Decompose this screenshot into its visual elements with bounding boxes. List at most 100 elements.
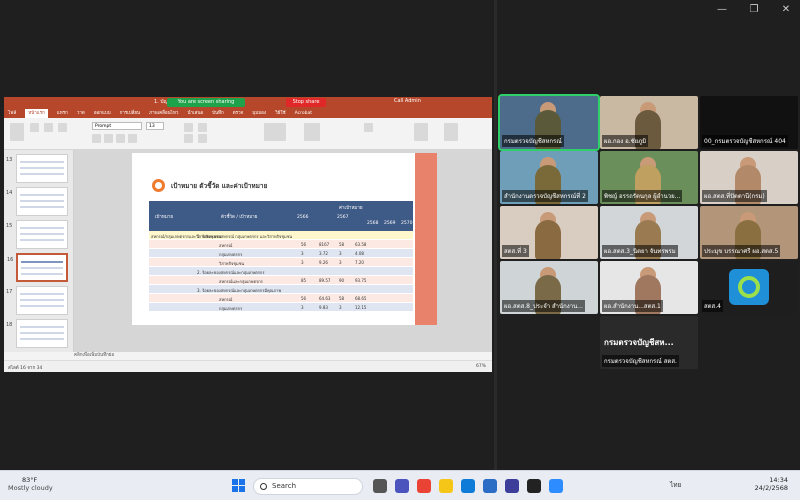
tab-design[interactable]: ออกแบบ [94,109,111,118]
participant-name: ประมุข บรรณาศรี ผอ.สตส.5 [702,245,781,257]
panel-divider[interactable] [494,0,497,470]
current-slide[interactable]: เป้าหมาย ตัวชี้วัด และค่าเป้าหมาย เป้าหม… [132,153,437,325]
participant-tile[interactable]: ผอ.สตส.8_ประจำ สำนักงาน... [500,261,598,314]
notes-pane[interactable]: คลิกเพื่อเพิ่มบันทึกย่อ [4,352,492,360]
table-cell: กลุ่มเกษตรกร [219,252,243,257]
slide-thumbnail[interactable]: 15 [6,220,68,249]
add-ins-icon[interactable] [444,123,458,141]
participant-tile[interactable]: กรมตรวจบัญชีสหกรณ์ [498,94,600,151]
tab-insert[interactable]: แทรก [57,109,68,118]
table-cell: 64.63 [319,296,331,301]
year-label: 2568 [367,221,379,226]
bold-icon[interactable] [92,134,101,143]
participant-tile[interactable]: ผอ.สำนักงาน...สตส.1 [600,261,698,314]
table-cell: 56 [301,242,307,247]
align-left-icon[interactable] [184,134,193,143]
participant-name: 00_กรมตรวจบัญชีสหกรณ์ 404 [702,135,788,147]
stop-share-button[interactable]: Stop share [286,98,326,107]
file-explorer-icon[interactable] [439,479,453,493]
strike-icon[interactable] [128,134,137,143]
participant-tile[interactable]: สตส.4 [700,261,798,314]
start-icon[interactable] [232,479,246,493]
word-icon[interactable] [483,479,497,493]
participant-name: กรมตรวจบัญชีสหกรณ์ [502,135,564,147]
table-cell: 1. ร้อยละของสหกรณ์ กลุ่มเกษตรกร และวิสาห… [197,234,293,239]
create-pdf-icon[interactable] [414,123,428,141]
font-size-box[interactable]: 13 [146,122,164,130]
tab-view[interactable]: มุมมอง [252,109,266,118]
slide-number: 17 [6,289,13,295]
font-name-box[interactable]: Prompt [92,122,142,130]
participant-tile[interactable]: ประมุข บรรณาศรี ผอ.สตส.5 [700,206,798,259]
app-icon[interactable] [505,479,519,493]
italic-icon[interactable] [104,134,113,143]
tab-review[interactable]: ตรวจ [233,109,244,118]
participant-name: ผอ.สตส.8_ประจำ สำนักงาน... [502,300,585,312]
table-cell: 2. ร้อยละของสหกรณ์และกลุ่มเกษตรกร [197,270,265,275]
participant-tile[interactable]: ผอ.กอง อ.ชัยภูมิ [600,96,698,149]
col-indicator: ตัวชี้วัด / เป้าหมาย [221,215,258,220]
participant-video [535,220,561,259]
participant-tile[interactable]: พิชญ์ อรรถรัตนกุล ผู้อำนวย... [600,151,698,204]
participant-tile[interactable]: กรมตรวจบัญชีสห... กรมตรวจบัญชีสหกรณ์ สตส… [600,316,698,369]
participant-initials: กรมตรวจบัญชีสห... [604,338,674,347]
new-slide-icon[interactable] [30,123,39,132]
tab-file[interactable]: ไฟล์ [8,109,16,118]
participant-tile[interactable]: สำนักงานตรวจบัญชีสหกรณ์ที่ 2 [500,151,598,204]
tab-acrobat[interactable]: Acrobat [295,109,312,118]
reset-icon[interactable] [58,123,67,132]
zoom-level[interactable]: 67% [476,364,486,369]
slide-thumbnail[interactable]: 13 [6,154,68,183]
edge-icon[interactable] [461,479,475,493]
arrange-icon[interactable] [304,123,320,141]
slide-thumbnails: 13 14 15 16 17 18 [4,150,74,352]
participant-tile[interactable]: สตส.ที่ 3 [500,206,598,259]
participant-tile[interactable]: 00_กรมตรวจบัญชีสหกรณ์ 404 [700,96,798,149]
slide-thumbnail[interactable]: 14 [6,187,68,216]
participant-tile[interactable]: ผอ.สตส.ที่ปัตตานี(กรม) [700,151,798,204]
app-icon[interactable] [527,479,541,493]
slide-heading: เป้าหมาย ตัวชี้วัด และค่าเป้าหมาย [171,182,268,190]
tab-transitions[interactable]: การเปลี่ยน [120,109,141,118]
paste-icon[interactable] [10,123,24,141]
tab-record[interactable]: บันทึก [212,109,224,118]
underline-icon[interactable] [116,134,125,143]
zoom-icon[interactable] [549,479,563,493]
tab-animations[interactable]: ภาพเคลื่อนไหว [149,109,178,118]
align-center-icon[interactable] [198,134,207,143]
bullets-icon[interactable] [184,123,193,132]
shapes-icon[interactable] [264,123,286,141]
table-row: สหกรณ์ 56 8167 58 63.58 [149,240,413,249]
tab-draw[interactable]: วาด [77,109,85,118]
task-view-icon[interactable] [373,479,387,493]
find-icon[interactable] [364,123,373,132]
table-cell: 4.08 [355,251,364,256]
table-cell: 3 [301,260,304,265]
table-row: 2. ร้อยละของสหกรณ์และกลุ่มเกษตรกร [149,267,413,276]
weather-widget[interactable]: 83°F Mostly cloudy [8,476,53,492]
window-controls: — ❐ ✕ [716,4,792,15]
restore-button[interactable]: ❐ [748,4,760,15]
participant-tile[interactable]: ผอ.สตส.3_นิตยา จันทรพรม [600,206,698,259]
minimize-button[interactable]: — [716,4,728,15]
table-cell: 3 [339,251,342,256]
slide-thumbnail[interactable]: 18 [6,319,68,348]
close-button[interactable]: ✕ [780,4,792,15]
chrome-icon[interactable] [417,479,431,493]
table-cell: 58 [339,296,345,301]
taskbar-search[interactable]: Search [253,478,363,495]
clock[interactable]: 14:34 24/2/2568 [755,476,788,492]
layout-icon[interactable] [44,123,53,132]
tab-home[interactable]: หน้าแรก [25,109,48,118]
input-language[interactable]: ไทย [670,480,681,490]
slide-number: 13 [6,157,13,163]
teams-icon[interactable] [395,479,409,493]
slide-thumbnail[interactable]: 17 [6,286,68,315]
tab-help[interactable]: วิธีใช้ [275,109,286,118]
slide-canvas: เป้าหมาย ตัวชี้วัด และค่าเป้าหมาย เป้าหม… [74,150,492,352]
participant-name: ผอ.สำนักงาน...สตส.1 [602,300,663,312]
numbering-icon[interactable] [198,123,207,132]
slide-thumbnail-selected[interactable]: 16 [7,253,68,282]
participant-name: พิชญ์ อรรถรัตนกุล ผู้อำนวย... [602,190,683,202]
tab-slideshow[interactable]: นำเสนอ [187,109,203,118]
